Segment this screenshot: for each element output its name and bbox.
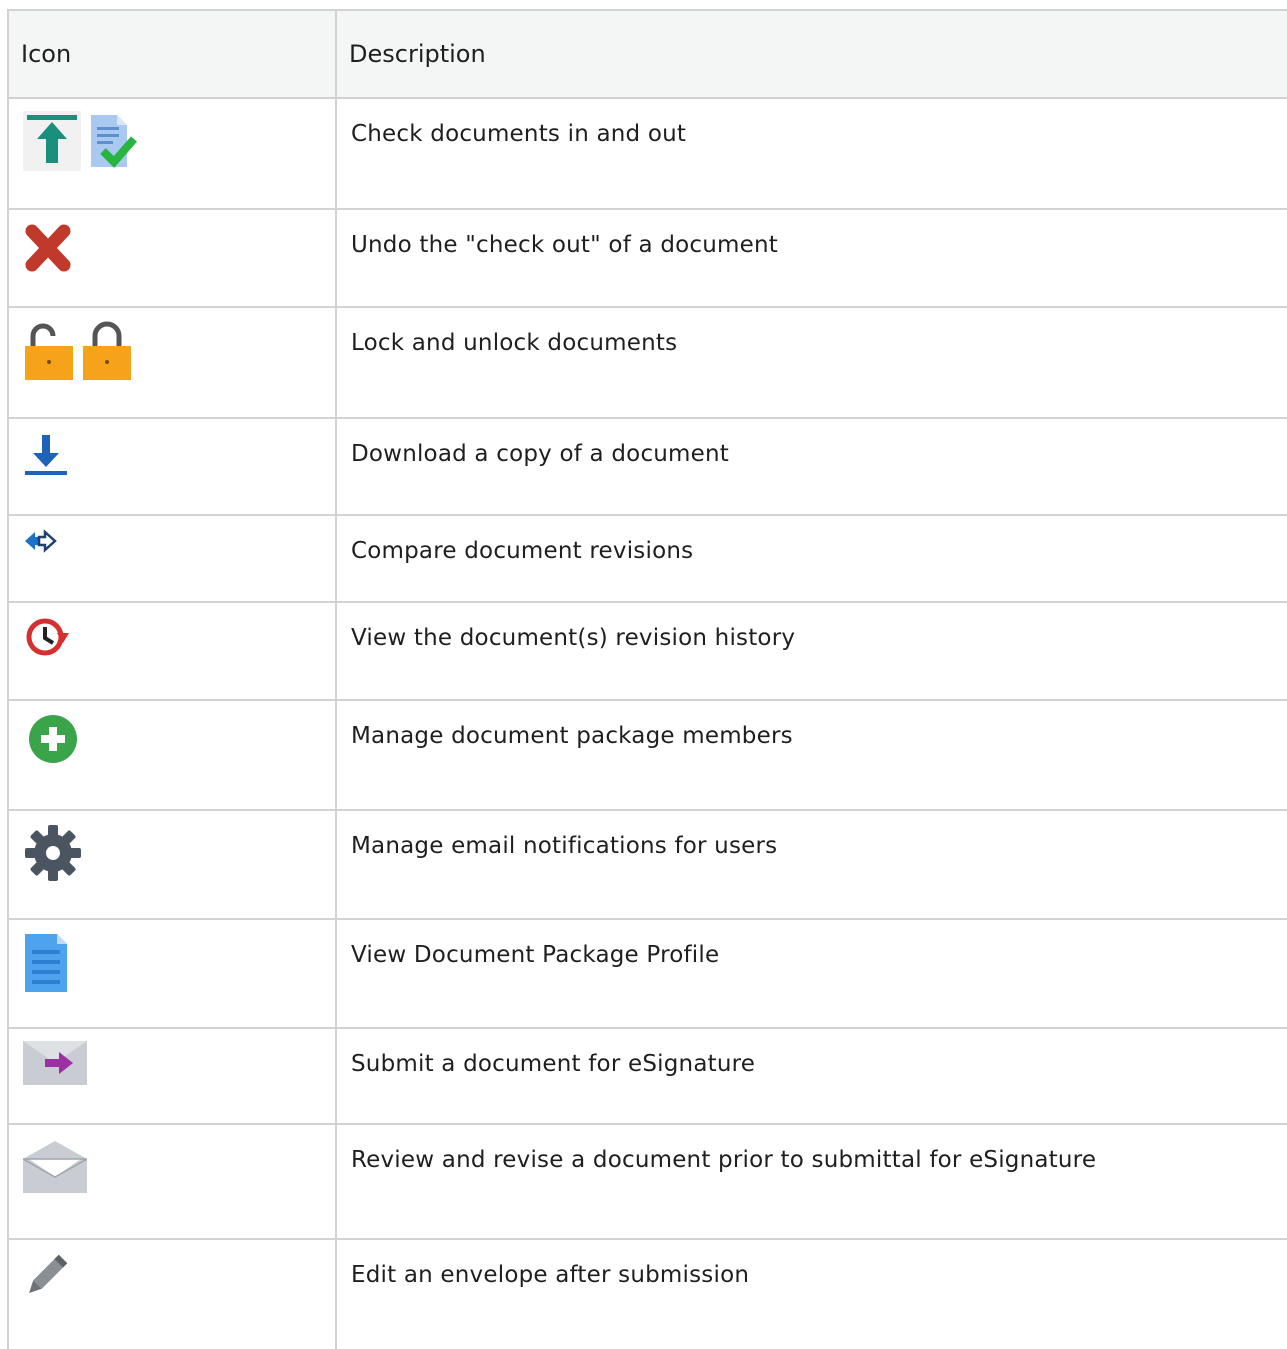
submit-esignature-icon [23, 1041, 87, 1085]
icon-cell [7, 208, 337, 308]
check-out-icon [87, 111, 137, 171]
table-header-row: Icon Description [7, 9, 1287, 99]
table-row: Manage document package members [7, 699, 1287, 811]
download-icon [23, 431, 69, 477]
icon-cell [7, 306, 337, 419]
compare-icon [23, 528, 57, 554]
open-envelope-icon [23, 1137, 87, 1195]
table-row: Compare document revisions [7, 514, 1287, 603]
description-cell: Lock and unlock documents [335, 306, 1287, 419]
table-row: View Document Package Profile [7, 918, 1287, 1029]
table-row: View the document(s) revision history [7, 601, 1287, 701]
header-icon: Icon [7, 9, 337, 99]
description-cell: Edit an envelope after submission [335, 1238, 1287, 1349]
check-in-icon [23, 111, 81, 171]
table-row: Edit an envelope after submission [7, 1238, 1287, 1349]
revision-history-icon [23, 615, 71, 659]
lock-icon [81, 320, 133, 382]
add-member-icon [23, 713, 83, 765]
description-cell: Compare document revisions [335, 514, 1287, 603]
icon-cell [7, 514, 337, 603]
icon-cell [7, 417, 337, 516]
pencil-icon [23, 1252, 69, 1300]
icon-cell [7, 601, 337, 701]
table-row: Manage email notifications for users [7, 809, 1287, 920]
description-cell: Manage email notifications for users [335, 809, 1287, 920]
icon-cell [7, 699, 337, 811]
unlock-icon [23, 320, 75, 382]
icon-cell [7, 1238, 337, 1349]
undo-checkout-icon [23, 222, 73, 274]
table-row: Submit a document for eSignature [7, 1027, 1287, 1125]
description-cell: View Document Package Profile [335, 918, 1287, 1029]
document-profile-icon [23, 932, 69, 994]
description-cell: Manage document package members [335, 699, 1287, 811]
description-cell: Submit a document for eSignature [335, 1027, 1287, 1125]
description-cell: Check documents in and out [335, 97, 1287, 210]
icon-cell [7, 97, 337, 210]
table-row: Download a copy of a document [7, 417, 1287, 516]
icon-cell [7, 1027, 337, 1125]
icon-cell [7, 1123, 337, 1240]
gear-icon [23, 823, 83, 883]
header-description: Description [335, 9, 1287, 99]
table-row: Lock and unlock documents [7, 306, 1287, 419]
table-row: Review and revise a document prior to su… [7, 1123, 1287, 1240]
description-cell: View the document(s) revision history [335, 601, 1287, 701]
description-cell: Review and revise a document prior to su… [335, 1123, 1287, 1240]
icon-description-table: Icon Description Check documents in and … [7, 9, 1287, 1349]
description-cell: Download a copy of a document [335, 417, 1287, 516]
icon-cell [7, 809, 337, 920]
icon-cell [7, 918, 337, 1029]
table-row: Check documents in and out [7, 97, 1287, 210]
table-row: Undo the "check out" of a document [7, 208, 1287, 308]
description-cell: Undo the "check out" of a document [335, 208, 1287, 308]
